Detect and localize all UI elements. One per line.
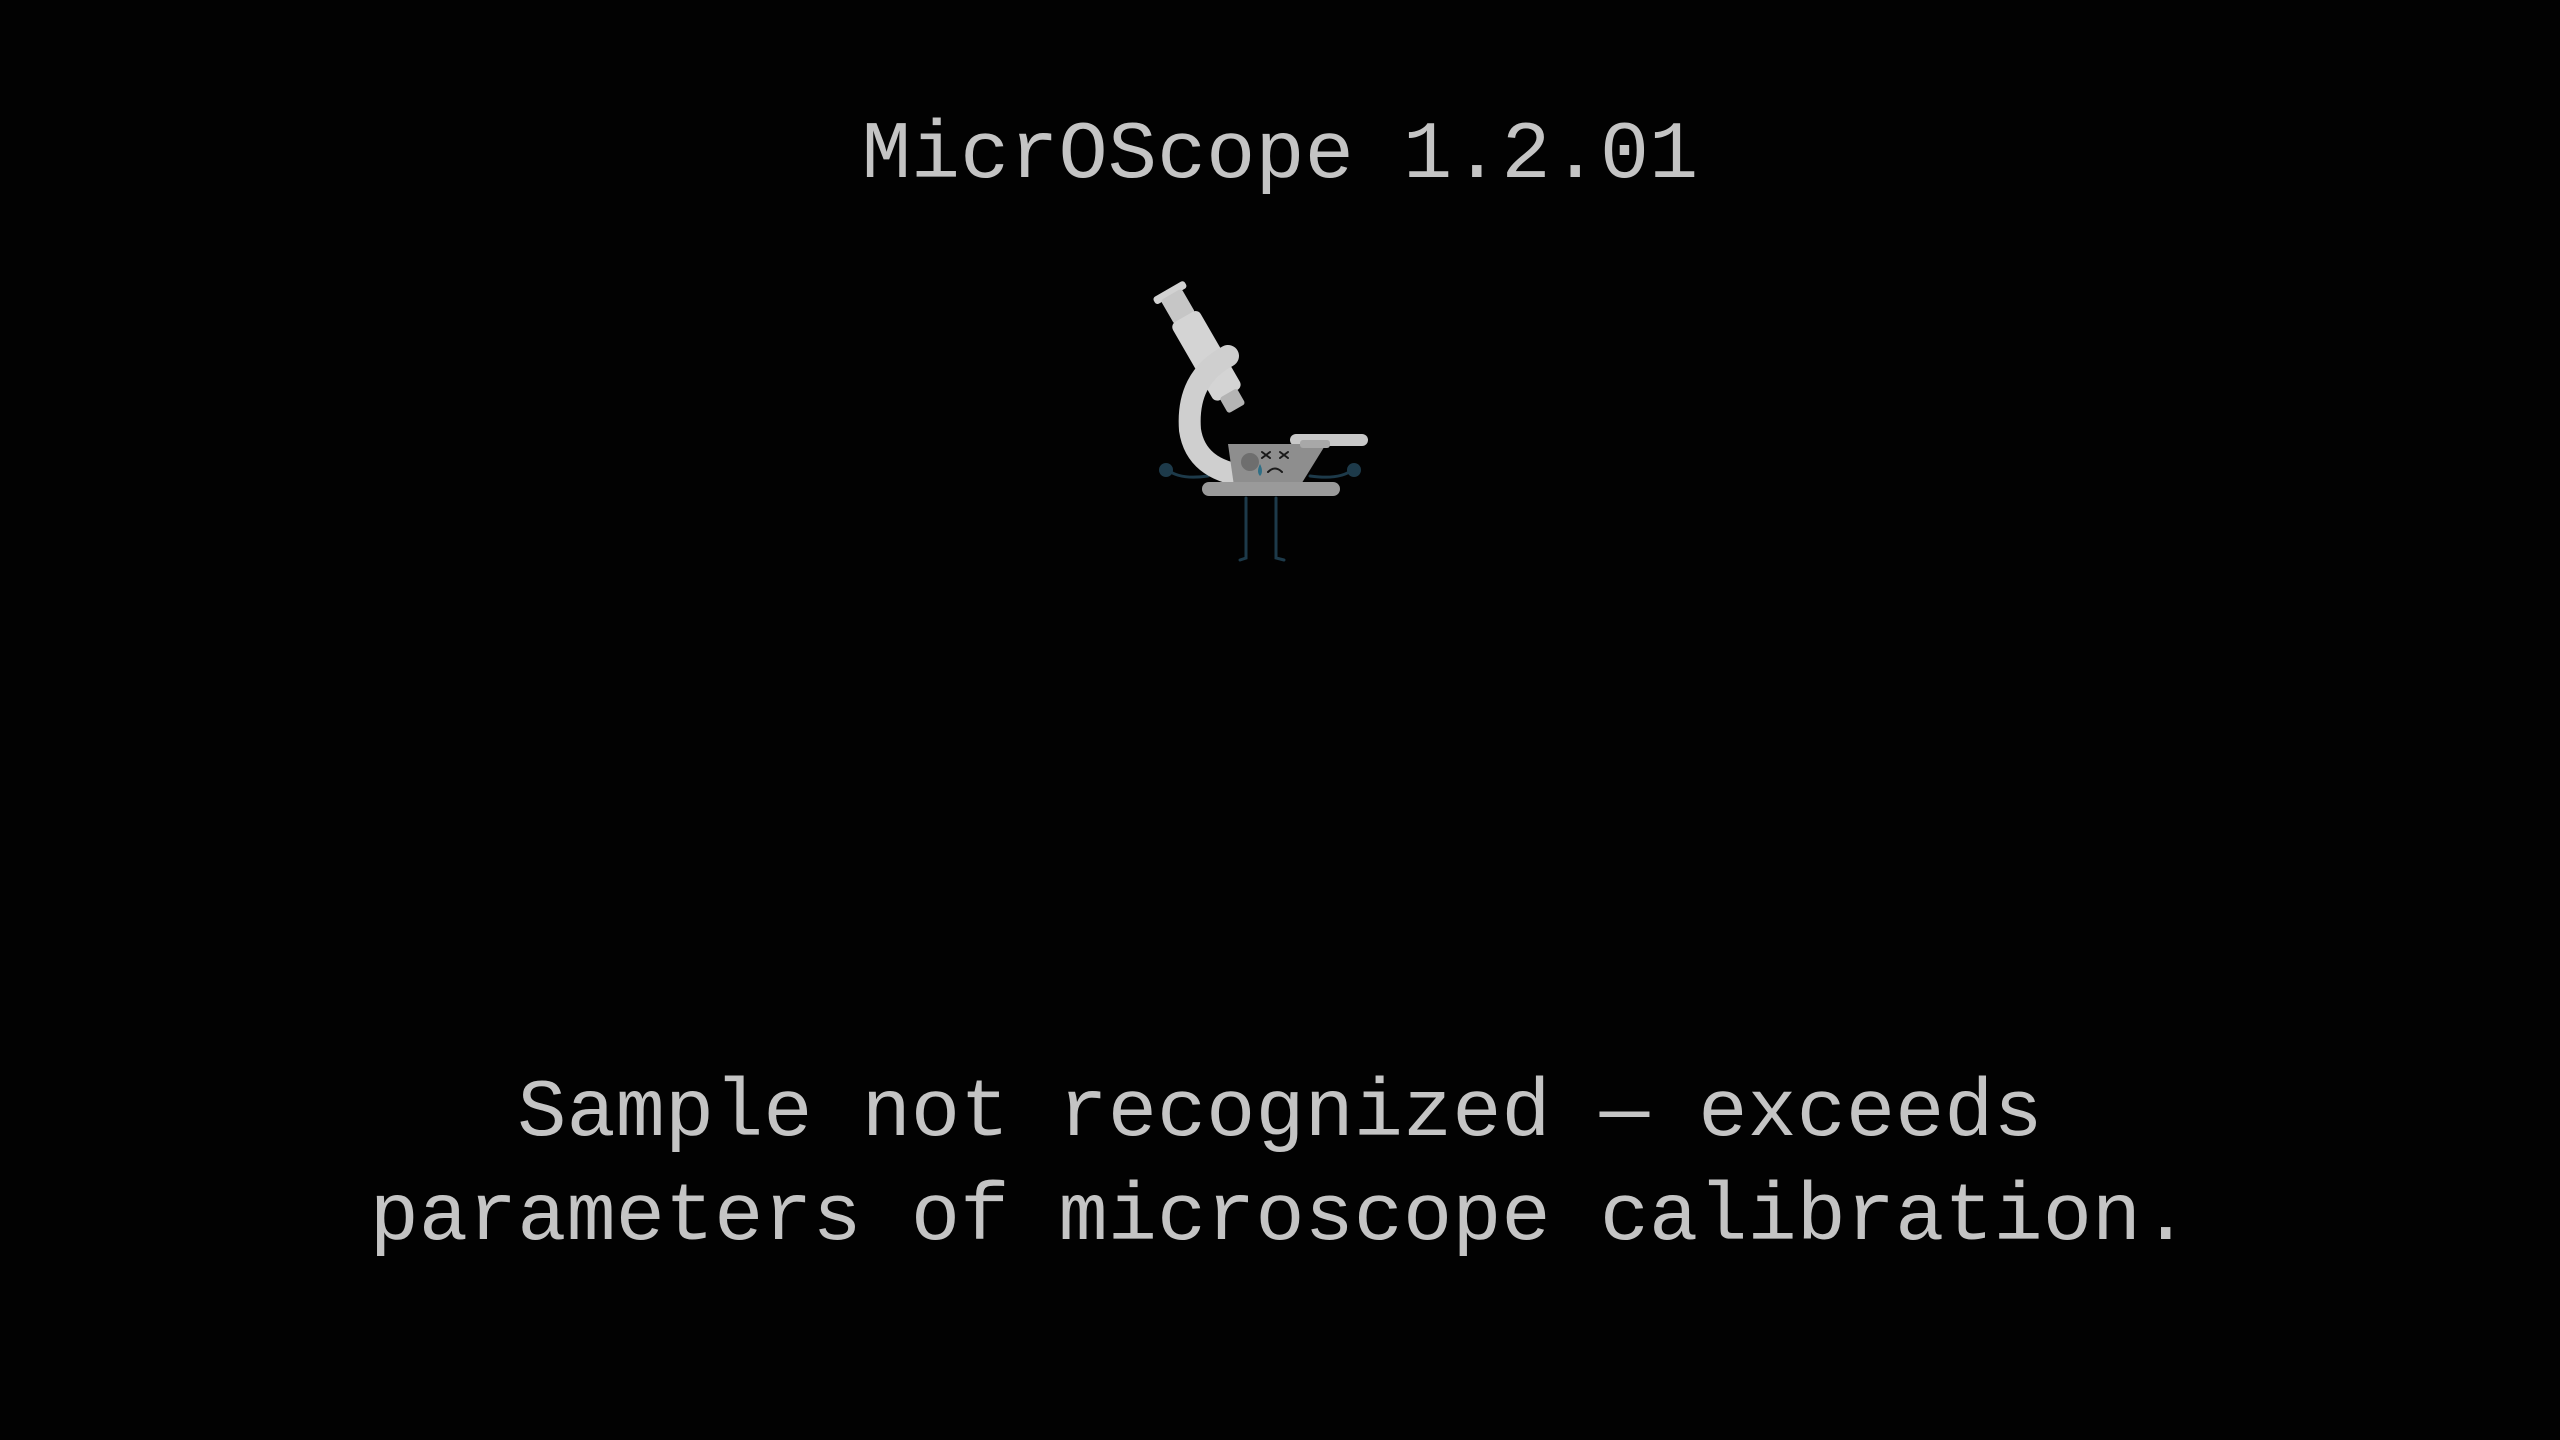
error-line-2: parameters of microscope calibration. — [369, 1171, 2191, 1264]
error-screen: MicrOScope 1.2.01 Sample not recognized … — [0, 0, 2560, 1440]
app-title: MicrOScope 1.2.01 — [861, 109, 1699, 202]
microscope-base — [1202, 482, 1340, 496]
error-message: Sample not recognized — exceeds paramete… — [0, 1062, 2560, 1270]
mascot-legs — [1238, 496, 1286, 562]
mascot-right-hand — [1347, 463, 1361, 477]
sad-microscope-icon — [1153, 281, 1368, 562]
error-line-1: Sample not recognized — exceeds — [517, 1067, 2043, 1160]
mascot-left-hand — [1159, 463, 1173, 477]
